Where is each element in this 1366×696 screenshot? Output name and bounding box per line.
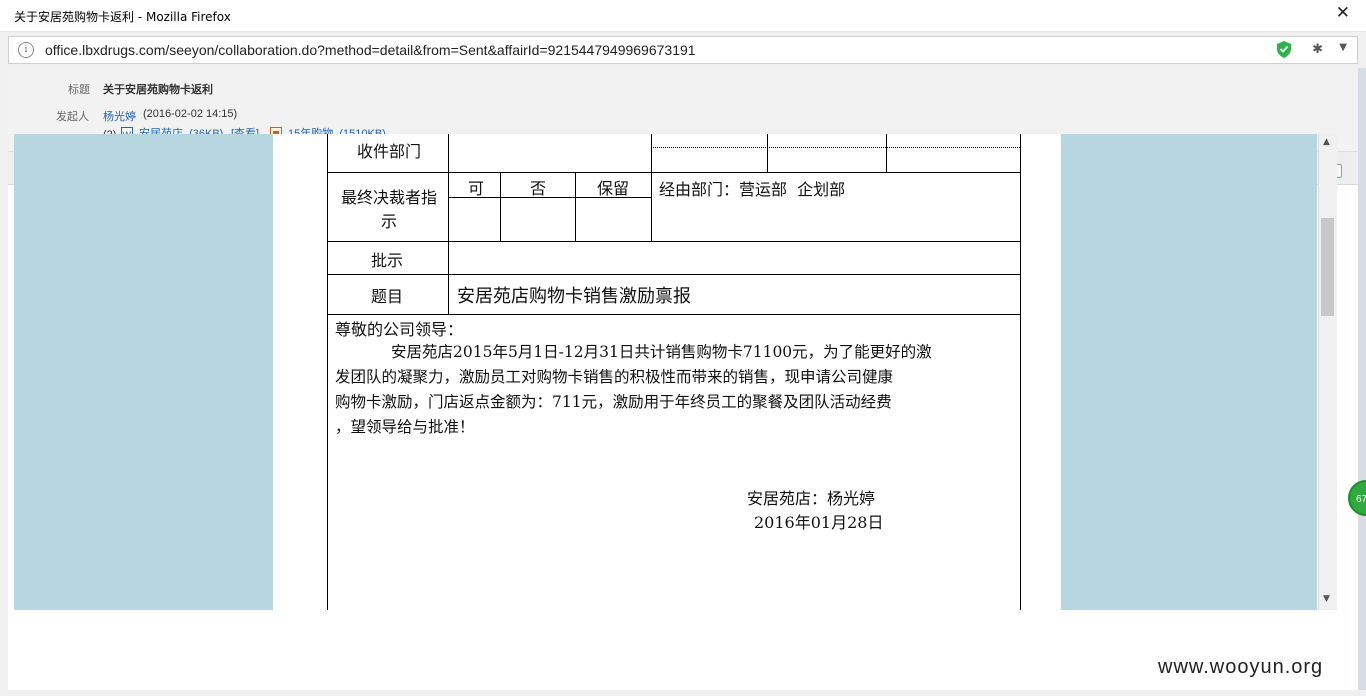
subject-text: 关于安居苑购物卡返利 <box>103 84 213 96</box>
scroll-up-icon[interactable]: ▲ <box>1323 137 1330 147</box>
signature-store: 安居苑店：杨光婷 <box>747 489 876 508</box>
via-departments: 经由部门：营运部 企划部 <box>659 180 846 199</box>
url-bar[interactable]: i office.lbxdrugs.com/seeyon/collaborati… <box>8 36 1358 64</box>
receiving-dept-label: 收件部门 <box>357 142 422 161</box>
subject-row-value: 安居苑店购物卡销售激励禀报 <box>457 286 691 307</box>
scroll-down-icon[interactable]: ▼ <box>1323 594 1330 604</box>
approval-label: 批示 <box>371 251 404 270</box>
option-reject: 否 <box>530 179 547 198</box>
body-line-1: 安居苑店2015年5月1日-12月31日共计销售购物卡71100元，为了能更好的… <box>391 343 932 361</box>
window-titlebar: 关于安居苑购物卡返利 - Mozilla Firefox ✕ <box>0 0 1366 32</box>
sender-link[interactable]: 杨光婷 <box>103 108 136 124</box>
subject-row-label: 题目 <box>371 287 404 306</box>
extension-icon[interactable]: ✱ <box>1312 42 1323 57</box>
chevron-down-icon[interactable]: ▼ <box>1339 42 1347 53</box>
document-viewport[interactable]: 收件部门 最终决裁者指示 可 否 保留 经由部门：营运部 企划部 批示 题目 安… <box>14 134 1317 610</box>
body-line-3: 购物卡激励，门店返点金额为：711元，激励用于年终员工的聚餐及团队活动经费 <box>335 393 892 411</box>
watermark: www.wooyun.org <box>1158 656 1324 678</box>
window-title: 关于安居苑购物卡返利 - Mozilla Firefox <box>14 10 231 24</box>
vertical-scrollbar[interactable]: ▲ ▼ <box>1318 134 1337 610</box>
sender-date: (2016-02-02 14:15) <box>143 108 238 120</box>
body-line-2: 发团队的凝聚力，激励员工对购物卡销售的积极性而带来的销售，现申请公司健康 <box>335 368 894 386</box>
sender-label: 发起人 <box>56 111 89 123</box>
body-greeting: 尊敬的公司领导： <box>335 320 464 339</box>
url-text[interactable]: office.lbxdrugs.com/seeyon/collaboration… <box>45 42 696 58</box>
subject-label: 标题 <box>68 84 90 96</box>
option-reserve: 保留 <box>597 179 630 198</box>
document-paper: 收件部门 最终决裁者指示 可 否 保留 经由部门：营运部 企划部 批示 题目 安… <box>273 134 1061 610</box>
info-icon[interactable]: i <box>18 42 34 58</box>
body-line-4: ，望领导给与批准！ <box>335 418 475 436</box>
final-decision-label: 最终决裁者指示 <box>340 188 437 231</box>
scroll-thumb[interactable] <box>1321 218 1334 316</box>
signature-date: 2016年01月28日 <box>754 513 884 532</box>
background-window-edge <box>1358 68 1366 690</box>
close-icon[interactable]: ✕ <box>1336 3 1350 23</box>
option-approve: 可 <box>468 179 485 198</box>
shield-icon[interactable] <box>1277 41 1291 58</box>
